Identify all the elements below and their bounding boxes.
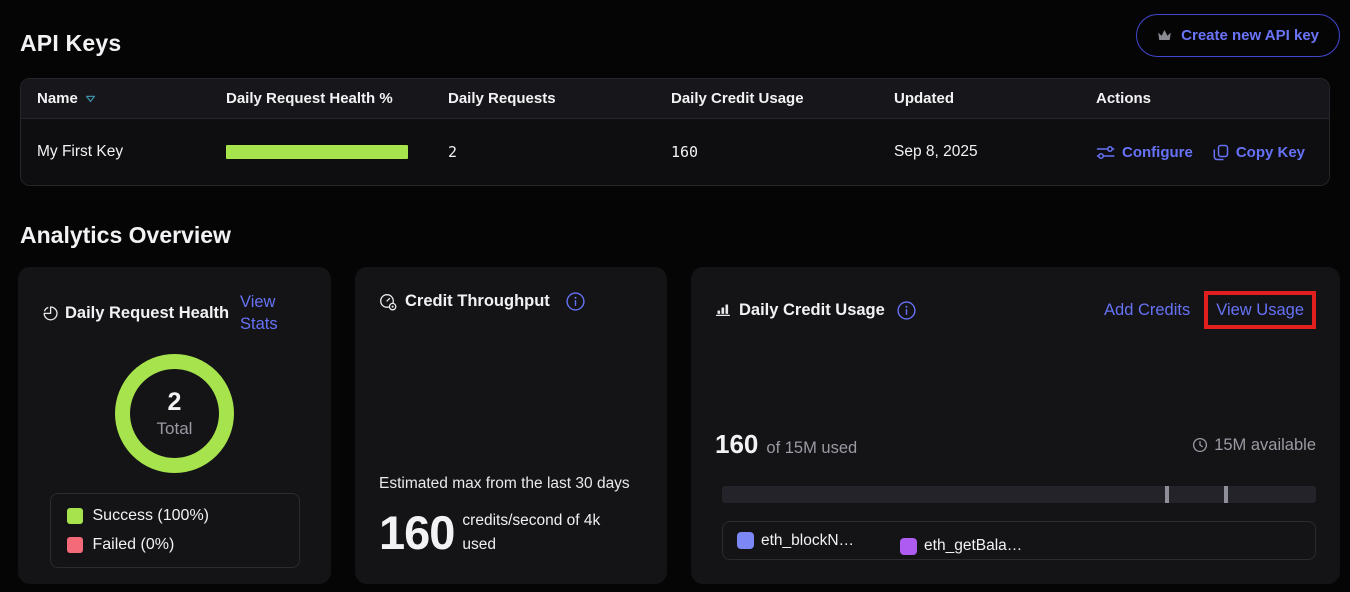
usage-progress-bar — [722, 486, 1316, 503]
column-header-credit-usage: Daily Credit Usage — [655, 90, 878, 107]
copy-key-link[interactable]: Copy Key — [1213, 144, 1305, 161]
key-name-cell: My First Key — [21, 143, 210, 161]
donut-total-label: Total — [157, 419, 193, 439]
health-legend: Success (100%) Failed (0%) — [50, 493, 300, 568]
card-header: Credit Throughput — [379, 291, 643, 312]
credit-throughput-card: Credit Throughput Estimated max from the… — [355, 267, 667, 584]
column-header-name-label: Name — [37, 90, 78, 107]
actions-cell: Configure Copy Key — [1080, 144, 1329, 161]
page-title: API Keys — [20, 14, 121, 57]
analytics-overview-title: Analytics Overview — [20, 222, 1350, 249]
success-swatch — [67, 508, 83, 524]
throughput-value: 160 — [379, 505, 454, 560]
card-title: Daily Request Health — [65, 303, 233, 324]
success-label: Success (100%) — [93, 507, 210, 525]
throughput-subtitle: Estimated max from the last 30 days — [379, 475, 643, 493]
throughput-value-row: 160 credits/second of 4k used — [379, 505, 643, 560]
card-title: Daily Credit Usage — [739, 300, 885, 321]
configure-label: Configure — [1122, 144, 1193, 161]
usage-legend: eth_blockN… eth_getBala… — [722, 521, 1316, 560]
table-row: My First Key 2 160 Sep 8, 2025 Configure — [21, 119, 1329, 185]
sliders-icon — [1096, 145, 1115, 160]
crown-icon — [1157, 29, 1172, 42]
failed-label: Failed (0%) — [93, 536, 175, 554]
usage-bar-tick — [1224, 486, 1228, 503]
top-bar: API Keys Create new API key — [0, 0, 1350, 57]
updated-cell: Sep 8, 2025 — [878, 143, 1080, 161]
card-header: Daily Credit Usage Add Credits View Usag… — [715, 291, 1316, 329]
daily-requests-cell: 2 — [432, 143, 655, 161]
copy-key-label: Copy Key — [1236, 144, 1305, 161]
gauge-icon — [379, 293, 397, 311]
column-header-actions: Actions — [1080, 90, 1329, 107]
legend-item-failed: Failed (0%) — [67, 536, 283, 554]
donut-chart-wrap: 2 Total — [42, 354, 307, 473]
card-links: Add Credits View Usage — [1104, 291, 1316, 329]
info-icon[interactable] — [566, 292, 585, 311]
donut-total-value: 2 — [168, 388, 182, 417]
create-api-key-button[interactable]: Create new API key — [1136, 14, 1340, 57]
credits-used-value: 160 — [715, 429, 758, 460]
throughput-unit: credits/second of 4k used — [462, 509, 612, 557]
block-number-swatch — [737, 532, 754, 549]
add-credits-link[interactable]: Add Credits — [1104, 299, 1190, 321]
legend-item-get-balance: eth_getBala… — [900, 537, 1022, 555]
table-header-row: Name Daily Request Health % Daily Reques… — [21, 79, 1329, 119]
credits-available: 15M available — [1192, 436, 1316, 455]
create-api-key-label: Create new API key — [1181, 27, 1319, 44]
get-balance-swatch — [900, 538, 917, 555]
daily-request-health-card: Daily Request Health View Stats 2 Total … — [18, 267, 331, 584]
pie-chart-icon — [42, 305, 58, 321]
card-header: Daily Request Health View Stats — [42, 291, 307, 335]
column-header-name[interactable]: Name — [21, 90, 210, 107]
legend-item-success: Success (100%) — [67, 507, 283, 525]
get-balance-label: eth_getBala… — [924, 537, 1022, 555]
legend-item-block-number: eth_blockN… — [737, 532, 854, 550]
health-bar-cell — [210, 145, 432, 159]
credits-used-suffix: of 15M used — [766, 439, 857, 458]
copy-icon — [1213, 144, 1229, 161]
view-usage-link[interactable]: View Usage — [1216, 301, 1304, 319]
column-header-requests: Daily Requests — [432, 90, 655, 107]
health-bar-track — [226, 145, 408, 159]
card-title: Credit Throughput — [405, 291, 550, 312]
usage-bar-tick — [1165, 486, 1169, 503]
usage-stats-row: 160 of 15M used 15M available — [715, 429, 1316, 460]
daily-credit-usage-card: Daily Credit Usage Add Credits View Usag… — [691, 267, 1340, 584]
bar-chart-icon — [715, 302, 731, 318]
clock-icon — [1192, 437, 1208, 453]
daily-credit-usage-cell: 160 — [655, 143, 878, 161]
configure-link[interactable]: Configure — [1096, 144, 1193, 161]
column-header-health: Daily Request Health % — [210, 90, 432, 107]
column-header-updated: Updated — [878, 90, 1080, 107]
view-stats-link[interactable]: View Stats — [240, 291, 292, 335]
failed-swatch — [67, 537, 83, 553]
health-bar-fill — [226, 145, 408, 159]
annotation-highlight-box: View Usage — [1204, 291, 1316, 329]
request-health-donut-chart: 2 Total — [115, 354, 234, 473]
analytics-cards: Daily Request Health View Stats 2 Total … — [0, 249, 1350, 584]
api-keys-table: Name Daily Request Health % Daily Reques… — [20, 78, 1330, 186]
info-icon[interactable] — [897, 301, 916, 320]
block-number-label: eth_blockN… — [761, 532, 854, 550]
sort-chevron-icon[interactable] — [85, 95, 96, 103]
credits-available-label: 15M available — [1214, 436, 1316, 455]
